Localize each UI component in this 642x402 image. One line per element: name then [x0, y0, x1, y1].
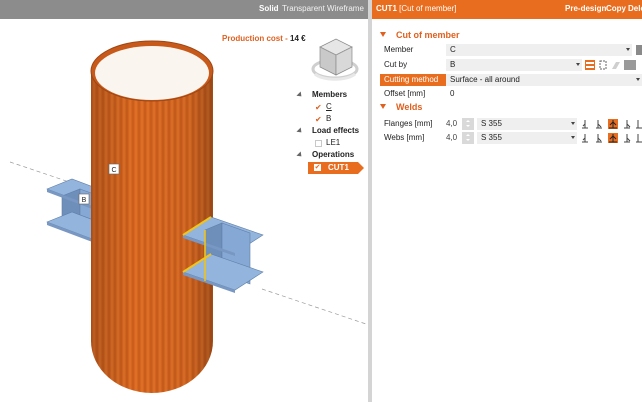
weld-webs-material[interactable]: S 355 [477, 132, 577, 144]
collapse-caret-icon[interactable] [380, 32, 386, 37]
cutting-method-label: Cutting method [380, 74, 446, 86]
weld-butt-icon[interactable] [594, 133, 604, 143]
cut-cylinder-icon[interactable] [611, 60, 621, 70]
spinner-icon[interactable] [462, 118, 474, 130]
section-title: Cut of member [396, 30, 460, 40]
weld-single-icon[interactable] [622, 119, 632, 129]
tree-operation-row: ✔ CUT1 [296, 162, 368, 175]
tree-item-le1[interactable]: LE1 [296, 138, 368, 150]
cut-box-icon[interactable] [598, 60, 608, 70]
tree-operations-label: Operations [312, 150, 355, 159]
collapse-caret-icon[interactable] [380, 104, 386, 109]
tree-item-cut1[interactable]: ✔ CUT1 [308, 162, 364, 174]
weld-fillet-icon[interactable] [580, 119, 590, 129]
view-mode-transparent[interactable]: Transparent [282, 4, 325, 13]
cutby-select[interactable]: B [446, 59, 582, 71]
weld-double-icon[interactable] [608, 133, 618, 143]
weld-butt-icon[interactable] [594, 119, 604, 129]
view-mode-bar: Solid Transparent Wireframe [0, 0, 368, 19]
collapse-arrow-icon[interactable] [296, 91, 304, 99]
model-tree: Members ✔ C ✔ B Load effects LE1 Operati… [296, 90, 368, 175]
member-label: Member [384, 45, 414, 54]
tree-load-effects-label: Load effects [312, 126, 360, 135]
material-value: S 355 [481, 119, 502, 128]
cutting-method-select[interactable]: Surface - all around [446, 74, 642, 86]
weld-webs-label: Webs [mm] [384, 133, 425, 142]
weld-more-icon[interactable] [635, 133, 642, 143]
spinner-icon[interactable] [462, 132, 474, 144]
cut-advanced-icon[interactable] [624, 60, 636, 70]
collapse-arrow-icon[interactable] [296, 127, 304, 135]
tree-item-label: B [326, 114, 332, 123]
tree-members-label: Members [312, 90, 348, 99]
tree-item-member-c[interactable]: ✔ C [296, 102, 368, 114]
3d-model[interactable]: C B [0, 19, 368, 402]
weld-single-icon[interactable] [622, 133, 632, 143]
weld-double-icon[interactable] [608, 119, 618, 129]
section-welds[interactable]: Welds [380, 102, 422, 112]
panel-title-desc: [Cut of member] [399, 4, 457, 13]
dropdown-caret-icon[interactable] [571, 122, 575, 125]
copy-button[interactable]: Copy [606, 4, 626, 13]
properties-panel: CUT1 [Cut of member] Pre-design Copy Del… [372, 0, 642, 402]
panel-title: CUT1 [Cut of member] [376, 4, 456, 13]
section-cut-of-member[interactable]: Cut of member [380, 30, 460, 40]
cutby-label: Cut by [384, 60, 408, 69]
tree-operations[interactable]: Operations [296, 150, 368, 162]
checked-icon[interactable]: ✔ [314, 164, 321, 171]
tree-members[interactable]: Members [296, 90, 368, 102]
cutby-value: B [450, 60, 456, 69]
collapse-arrow-icon[interactable] [296, 151, 304, 159]
panel-header: CUT1 [Cut of member] Pre-design Copy Del… [372, 0, 642, 19]
view-mode-wireframe[interactable]: Wireframe [327, 4, 364, 13]
weld-flanges-label: Flanges [mm] [384, 119, 433, 128]
3d-viewport[interactable]: Solid Transparent Wireframe Production c… [0, 0, 368, 402]
label-c: C [111, 167, 116, 174]
view-mode-solid[interactable]: Solid [259, 4, 279, 13]
weld-fillet-icon[interactable] [580, 133, 590, 143]
cutting-method-value: Surface - all around [450, 75, 520, 84]
panel-title-id: CUT1 [376, 4, 397, 13]
checked-icon[interactable]: ✔ [315, 116, 322, 124]
section-title: Welds [396, 102, 423, 112]
offset-input[interactable]: 0 [446, 88, 454, 100]
member-value: C [450, 45, 456, 54]
member-arrow-icon[interactable] [636, 45, 642, 55]
pre-design-button[interactable]: Pre-design [565, 4, 606, 13]
delete-button[interactable]: Dele [628, 4, 642, 13]
tree-item-label: C [326, 102, 332, 111]
tree-item-label: CUT1 [328, 163, 349, 172]
weld-more-icon[interactable] [635, 119, 642, 129]
column-c[interactable] [90, 40, 214, 393]
nav-cube[interactable] [311, 38, 359, 81]
label-b: B [82, 197, 87, 204]
offset-label: Offset [mm] [384, 89, 426, 98]
member-select[interactable]: C [446, 44, 632, 56]
material-value: S 355 [481, 133, 502, 142]
unchecked-icon[interactable] [315, 140, 322, 147]
tree-load-effects[interactable]: Load effects [296, 126, 368, 138]
tree-item-label: LE1 [326, 138, 341, 147]
tree-item-member-b[interactable]: ✔ B [296, 114, 368, 126]
dropdown-caret-icon[interactable] [571, 136, 575, 139]
dropdown-caret-icon[interactable] [576, 63, 580, 66]
cut-surface-icon[interactable] [585, 60, 595, 70]
dropdown-caret-icon[interactable] [626, 48, 630, 51]
weld-flanges-material[interactable]: S 355 [477, 118, 577, 130]
checked-icon[interactable]: ✔ [315, 104, 322, 112]
weld-flanges-size[interactable]: 4,0 [446, 118, 457, 130]
app-window: Solid Transparent Wireframe Production c… [0, 0, 642, 402]
weld-webs-size[interactable]: 4,0 [446, 132, 457, 144]
dropdown-caret-icon[interactable] [636, 78, 640, 81]
